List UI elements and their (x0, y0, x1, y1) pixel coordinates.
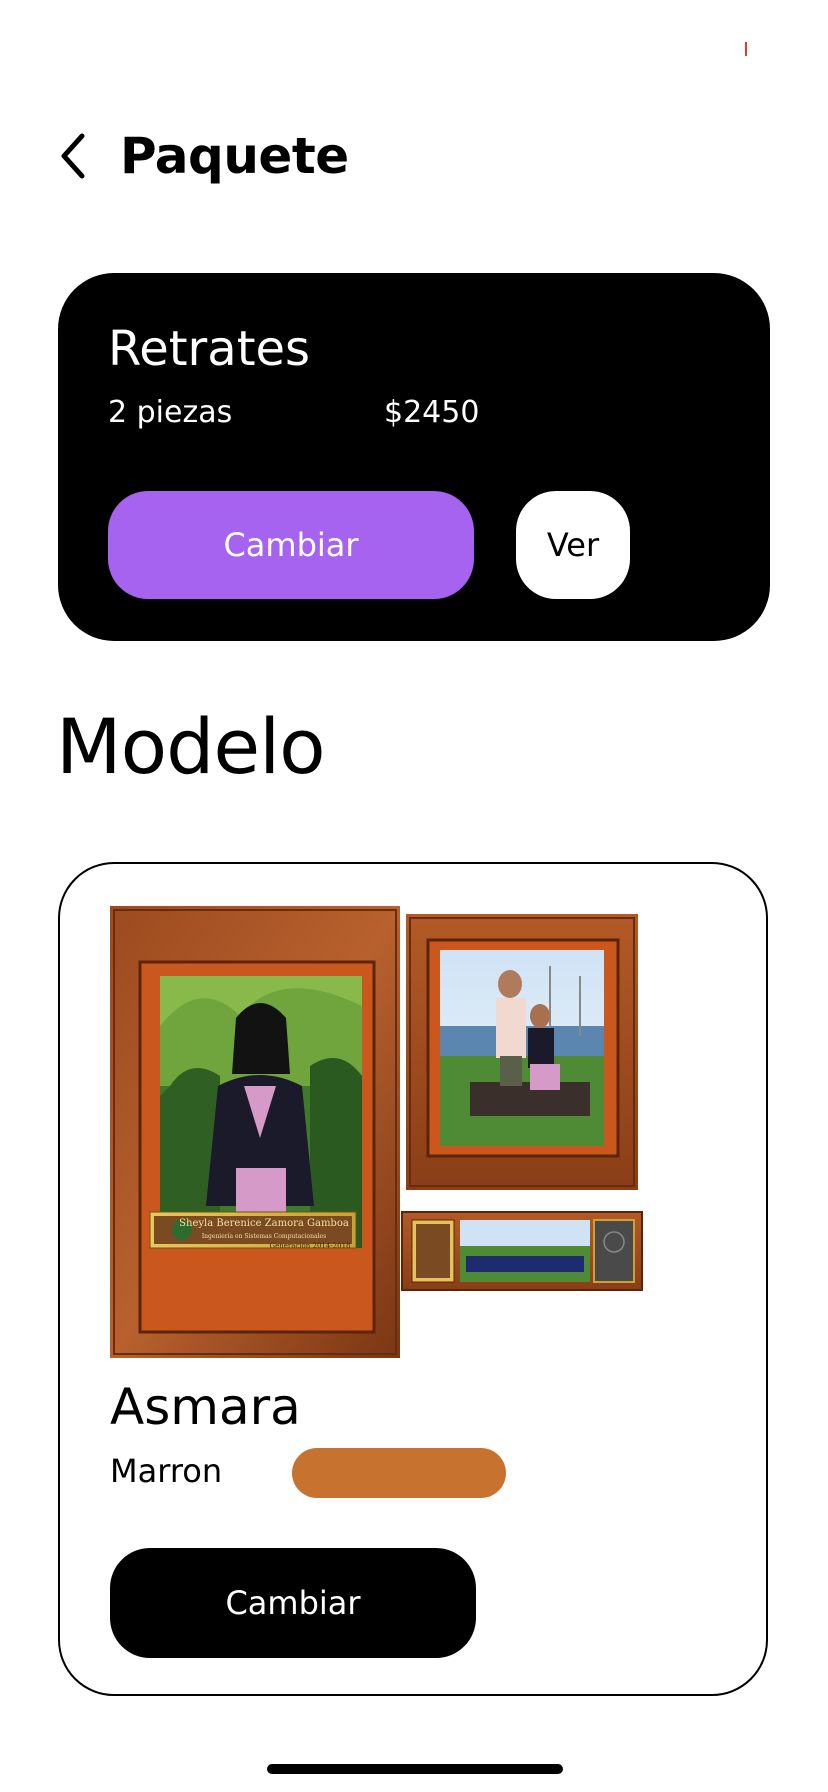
plaque-generation: Generación 2014-2018 (269, 1242, 350, 1250)
package-price: $2450 (384, 395, 480, 430)
color-label: Marron (110, 1452, 223, 1490)
page-title: Paquete (120, 127, 349, 185)
home-indicator[interactable] (267, 1764, 563, 1774)
model-frame-image: Sheyla Berenice Zamora Gamboa Ingeniería… (110, 906, 726, 1358)
status-indicator (745, 42, 747, 56)
change-package-button[interactable]: Cambiar (108, 491, 474, 599)
plaque-name: Sheyla Berenice Zamora Gamboa (179, 1218, 349, 1229)
package-card: Retrates 2 piezas $2450 Cambiar Ver (58, 273, 770, 641)
color-swatch[interactable] (292, 1448, 506, 1498)
package-name: Retrates (108, 321, 311, 377)
plaque-subtitle: Ingeniería en Sistemas Computacionales (202, 1233, 326, 1240)
view-package-button[interactable]: Ver (516, 491, 630, 599)
section-title-model: Modelo (56, 702, 326, 791)
package-pieces: 2 piezas (108, 395, 233, 430)
model-name: Asmara (110, 1378, 301, 1436)
chevron-left-icon[interactable] (58, 126, 98, 186)
change-model-button[interactable]: Cambiar (110, 1548, 476, 1658)
model-card: Sheyla Berenice Zamora Gamboa Ingeniería… (58, 862, 768, 1696)
header: Paquete (58, 118, 349, 194)
